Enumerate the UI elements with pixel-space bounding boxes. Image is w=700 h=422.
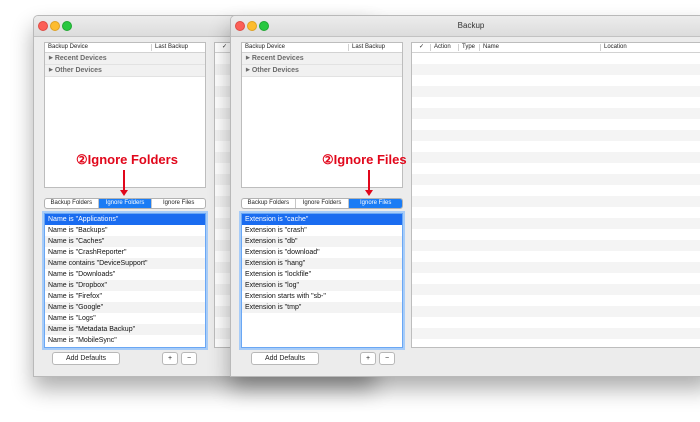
list-item[interactable]: Name is "Backups" [45, 225, 205, 236]
list-item[interactable]: Extension is "log" [242, 280, 402, 291]
close-button[interactable] [38, 21, 48, 31]
list-item[interactable]: Name is "Downloads" [45, 269, 205, 280]
list-item[interactable]: Extension is "lockfile" [242, 269, 402, 280]
group-other-devices[interactable]: ▶ Other Devices [45, 65, 205, 77]
devices-header: Backup Device Last Backup [45, 43, 205, 53]
folder-tabs: Backup Folders Ignore Folders Ignore Fil… [44, 198, 206, 209]
disclosure-triangle-icon[interactable]: ▶ [49, 55, 53, 61]
devices-header: Backup Device Last Backup [242, 43, 402, 53]
last-backup-column-header[interactable]: Last Backup [352, 44, 385, 51]
disclosure-triangle-icon[interactable]: ▶ [49, 67, 53, 73]
add-defaults-button[interactable]: Add Defaults [251, 352, 319, 365]
backup-titlebar: Backup [231, 16, 700, 37]
list-item[interactable]: Name is "Metadata Backup" [45, 324, 205, 335]
list-item[interactable]: Extension is "hang" [242, 258, 402, 269]
tab-backup-folders[interactable]: Backup Folders [242, 199, 295, 208]
folder-tabs: Backup Folders Ignore Folders Ignore Fil… [241, 198, 403, 209]
zoom-button[interactable] [62, 21, 72, 31]
ignore-files-list[interactable]: Extension is "cache" Extension is "crash… [241, 213, 403, 348]
list-item[interactable]: Name is "Google" [45, 302, 205, 313]
backup-results-table[interactable]: ✓ Action Type Name Location [411, 42, 700, 348]
remove-button[interactable]: − [379, 352, 395, 365]
list-item[interactable]: Extension starts with "sb-" [242, 291, 402, 302]
group-recent-devices[interactable]: ▶ Recent Devices [45, 53, 205, 65]
annotation-ignore-files: ②Ignore Files [322, 152, 407, 167]
annotation-arrow [365, 170, 373, 196]
list-item[interactable]: Name is "Logs" [45, 313, 205, 324]
add-button[interactable]: + [162, 352, 178, 365]
group-other-devices[interactable]: ▶ Other Devices [242, 65, 402, 77]
list-item[interactable]: Name is "Caches" [45, 236, 205, 247]
list-item[interactable]: Extension is "db" [242, 236, 402, 247]
device-column-header[interactable]: Backup Device [48, 44, 88, 51]
remove-button[interactable]: − [181, 352, 197, 365]
list-item[interactable]: Name is "MobileSync" [45, 335, 205, 346]
ignore-folders-list[interactable]: Name is "Applications" Name is "Backups"… [44, 213, 206, 348]
list-item[interactable]: Extension is "crash" [242, 225, 402, 236]
name-column-header[interactable]: Name [483, 44, 499, 51]
list-item[interactable]: Name is "Firefox" [45, 291, 205, 302]
check-column-header[interactable]: ✓ [222, 44, 227, 51]
list-item[interactable]: Name is "CrashReporter" [45, 247, 205, 258]
check-column-header[interactable]: ✓ [419, 44, 424, 51]
tab-backup-folders[interactable]: Backup Folders [45, 199, 98, 208]
disclosure-triangle-icon[interactable]: ▶ [246, 67, 250, 73]
list-item[interactable]: Name is "Dropbox" [45, 280, 205, 291]
minimize-button[interactable] [50, 21, 60, 31]
backup-window: Backup Backup Device Last Backup ▶ Recent… [230, 15, 700, 377]
last-backup-column-header[interactable]: Last Backup [155, 44, 188, 51]
annotation-arrow [120, 170, 128, 196]
tab-ignore-folders[interactable]: Ignore Folders [294, 199, 349, 208]
type-column-header[interactable]: Type [462, 44, 475, 51]
list-item[interactable]: Name contains "DeviceSupport" [45, 258, 205, 269]
list-item[interactable]: Extension is "download" [242, 247, 402, 258]
action-column-header[interactable]: Action [434, 44, 451, 51]
tab-ignore-files[interactable]: Ignore Files [151, 199, 205, 208]
group-recent-devices[interactable]: ▶ Recent Devices [242, 53, 402, 65]
annotation-ignore-folders: ②Ignore Folders [76, 152, 178, 167]
device-column-header[interactable]: Backup Device [245, 44, 285, 51]
list-item[interactable]: Extension is "tmp" [242, 302, 402, 313]
results-header: ✓ Action Type Name Location [412, 43, 700, 53]
tab-ignore-files[interactable]: Ignore Files [348, 199, 402, 208]
add-defaults-button[interactable]: Add Defaults [52, 352, 120, 365]
tab-ignore-folders[interactable]: Ignore Folders [97, 199, 152, 208]
location-column-header[interactable]: Location [604, 44, 627, 51]
window-title: Backup [457, 21, 485, 30]
list-item[interactable]: Name is "Applications" [45, 214, 205, 225]
disclosure-triangle-icon[interactable]: ▶ [246, 55, 250, 61]
list-item[interactable]: Extension is "cache" [242, 214, 402, 225]
add-button[interactable]: + [360, 352, 376, 365]
